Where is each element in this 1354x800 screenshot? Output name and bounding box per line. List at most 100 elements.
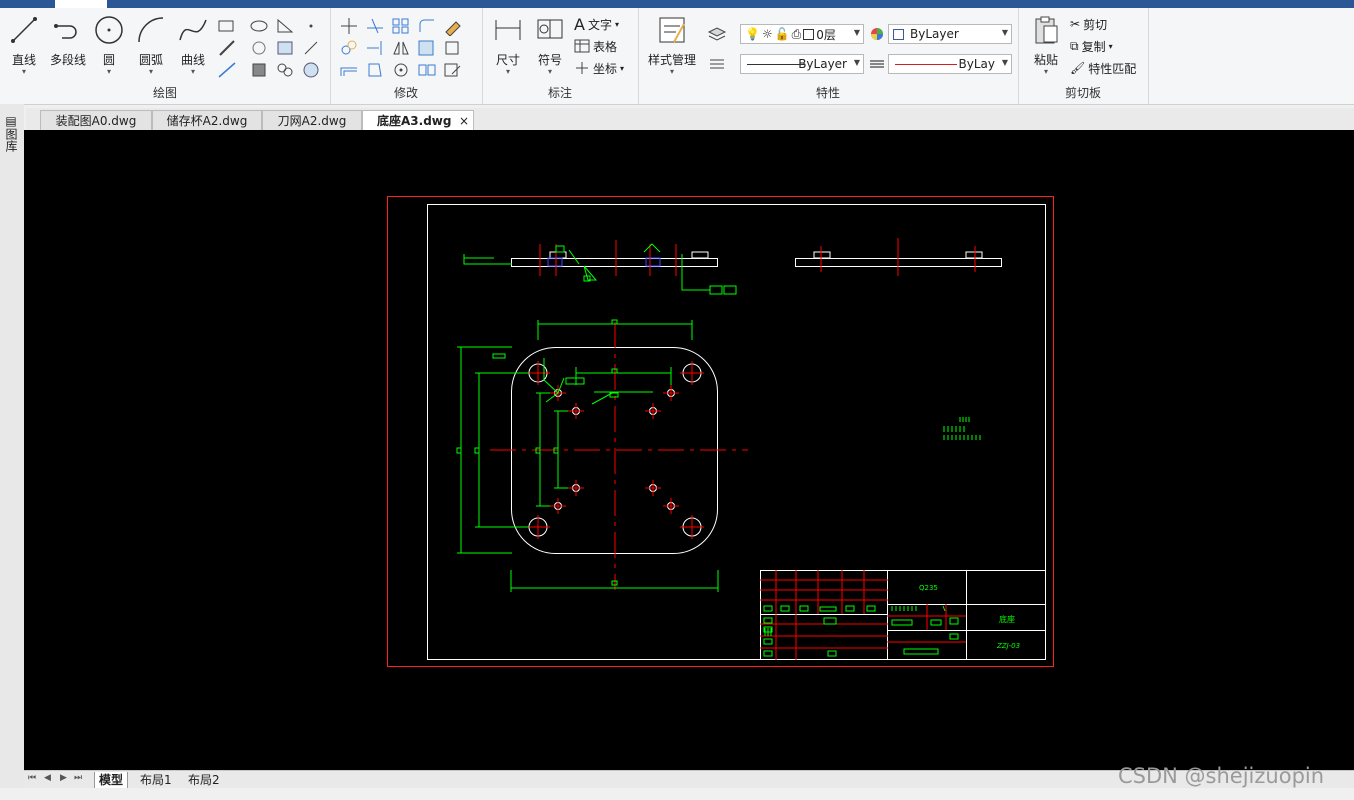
symbol-button[interactable]: 符号 ▾ [530, 14, 570, 76]
fillet-icon[interactable] [416, 16, 438, 36]
close-icon[interactable]: × [459, 111, 469, 131]
doc-tab-blade-net[interactable]: 刀网A2.dwg [262, 110, 362, 130]
printer-icon: ⎙ [791, 26, 802, 41]
match-label: 特性匹配 [1088, 61, 1137, 76]
inner-border [427, 204, 1046, 660]
polyline-icon [54, 24, 77, 39]
join-icon[interactable] [416, 60, 438, 80]
chevron-down-icon: ▼ [1001, 58, 1008, 67]
copy-label: 复制 [1081, 39, 1106, 54]
brush-icon: 🖌 [1070, 61, 1086, 75]
layer-select[interactable]: 💡 ☼ 🔓 ⎙ 0层 ▼ [740, 24, 864, 44]
curve-button[interactable]: 曲线 ▾ [173, 14, 213, 76]
extend-icon[interactable] [364, 38, 386, 58]
cut-button[interactable]: ✂ 剪切 [1070, 14, 1107, 34]
coordinate-button[interactable]: 坐标 ▾ [574, 58, 624, 78]
block-icon[interactable] [248, 60, 270, 80]
lineweight-select[interactable]: ByLay ▼ [888, 54, 1012, 74]
layer-manager-icon[interactable] [706, 24, 728, 44]
arc-icon [138, 17, 164, 43]
wipeout-icon[interactable] [300, 60, 322, 80]
last-layout-icon[interactable]: ⏭ [74, 773, 82, 783]
chevron-down-icon: ▼ [1001, 28, 1008, 37]
library-tab[interactable]: ▤图库 [4, 114, 20, 152]
style-manager-icon [659, 17, 685, 43]
watermark: CSDN @shejizuopin [1118, 764, 1325, 788]
stretch-icon[interactable] [364, 60, 386, 80]
table-button[interactable]: 表格 [574, 36, 617, 56]
array-icon[interactable] [390, 16, 412, 36]
move-icon[interactable] [338, 16, 360, 36]
color-swatch-icon [893, 28, 904, 40]
chevron-down-icon: ▼ [853, 58, 860, 67]
doc-tab-base[interactable]: 底座A3.dwg × [362, 110, 474, 130]
ray-icon[interactable] [300, 38, 322, 58]
coordinate-label: 坐标 [593, 61, 618, 76]
modify-group-label: 修改 [393, 86, 418, 100]
layout-tab-layout1[interactable]: 布局1 [136, 772, 176, 788]
scale-icon[interactable] [416, 38, 438, 58]
region-icon[interactable] [248, 38, 270, 58]
command-line[interactable] [0, 788, 1354, 800]
doc-tab-storage-cup[interactable]: 储存杯A2.dwg [152, 110, 262, 130]
clipboard-group-label: 剪切板 [1064, 86, 1101, 100]
edit-icon[interactable] [442, 60, 464, 80]
properties-group: 样式管理 ▾ 💡 ☼ 🔓 ⎙ 0层 ▼ ByLayer ▼ ByLayer ▼ [638, 8, 1019, 104]
ribbon-tab-home[interactable] [55, 0, 107, 8]
color-select[interactable]: ByLayer ▼ [888, 24, 1012, 44]
draw-group: 直线 ▾ 多段线 圆 ▾ 圆弧 ▾ 曲线 ▾ 绘图 [0, 8, 331, 104]
left-palette-strip: ▤图库 [0, 104, 24, 800]
part-name-text: 底座 [999, 614, 1015, 624]
explode-icon[interactable] [442, 38, 464, 58]
match-properties-button[interactable]: 🖌 特性匹配 [1070, 58, 1136, 78]
dimension-label: 尺寸 [495, 53, 520, 67]
linetype-select[interactable]: ByLayer ▼ [740, 54, 864, 74]
lineweight-icon[interactable] [866, 54, 888, 74]
curve-label: 曲线 [180, 53, 205, 67]
drawing-canvas[interactable]: Q235 底座 ZZJ-03 [24, 130, 1354, 770]
arc-button[interactable]: 圆弧 ▾ [131, 14, 171, 76]
cloud-icon[interactable] [274, 60, 296, 80]
line-button[interactable]: 直线 ▾ [4, 14, 44, 76]
rectangle-icon[interactable] [216, 16, 238, 36]
construction-line-icon[interactable] [216, 38, 238, 58]
doc-tab-assembly[interactable]: 装配图A0.dwg [40, 110, 152, 130]
circle-button[interactable]: 圆 ▾ [89, 14, 129, 76]
prev-layout-icon[interactable]: ◀ [44, 773, 51, 783]
dimension-button[interactable]: 尺寸 ▾ [488, 14, 528, 76]
copy-icon: ⧉ [1070, 38, 1079, 53]
layout-tab-layout2[interactable]: 布局2 [184, 772, 224, 788]
text-button[interactable]: A 文字 ▾ [574, 14, 619, 34]
erase-icon[interactable] [442, 16, 464, 36]
next-layout-icon[interactable]: ▶ [60, 773, 67, 783]
offset-icon[interactable] [338, 60, 360, 80]
rotate-icon[interactable] [390, 60, 412, 80]
annotation-group: 尺寸 ▾ 符号 ▾ A 文字 ▾ 表格 坐标 ▾ 标注 [482, 8, 639, 104]
mirror-icon[interactable] [390, 38, 412, 58]
chevron-down-icon: ▾ [614, 19, 619, 29]
layout-tab-model[interactable]: 模型 [94, 772, 129, 789]
point-icon[interactable] [300, 16, 322, 36]
copy-button[interactable]: ⧉ 复制 ▾ [1070, 36, 1113, 56]
draw-group-label: 绘图 [152, 86, 177, 100]
style-manager-button[interactable]: 样式管理 ▾ [644, 14, 700, 76]
chevron-down-icon: ▾ [1043, 67, 1048, 76]
color-wheel-icon[interactable] [866, 24, 888, 44]
linetype-icon[interactable] [706, 54, 728, 74]
chevron-down-icon: ▾ [1108, 41, 1113, 51]
paste-button[interactable]: 粘贴 ▾ [1026, 14, 1066, 76]
ellipse-icon[interactable] [248, 16, 270, 36]
xline-icon[interactable] [216, 60, 238, 80]
hatch-icon[interactable] [274, 16, 296, 36]
copy-object-icon[interactable] [338, 38, 360, 58]
ribbon: 直线 ▾ 多段线 圆 ▾ 圆弧 ▾ 曲线 ▾ 绘图 修改 尺寸 ▾ 符号 ▾ A… [0, 8, 1354, 105]
chevron-down-icon: ▾ [505, 67, 510, 76]
linetype-sample [747, 64, 805, 65]
scissors-icon: ✂ [1070, 17, 1081, 31]
polyline-button[interactable]: 多段线 [46, 14, 90, 68]
boundary-icon[interactable] [274, 38, 296, 58]
library-icon: ▤ [4, 114, 18, 128]
trim-icon[interactable] [364, 16, 386, 36]
modify-group: 修改 [330, 8, 483, 104]
first-layout-icon[interactable]: ⏮ [28, 773, 36, 783]
